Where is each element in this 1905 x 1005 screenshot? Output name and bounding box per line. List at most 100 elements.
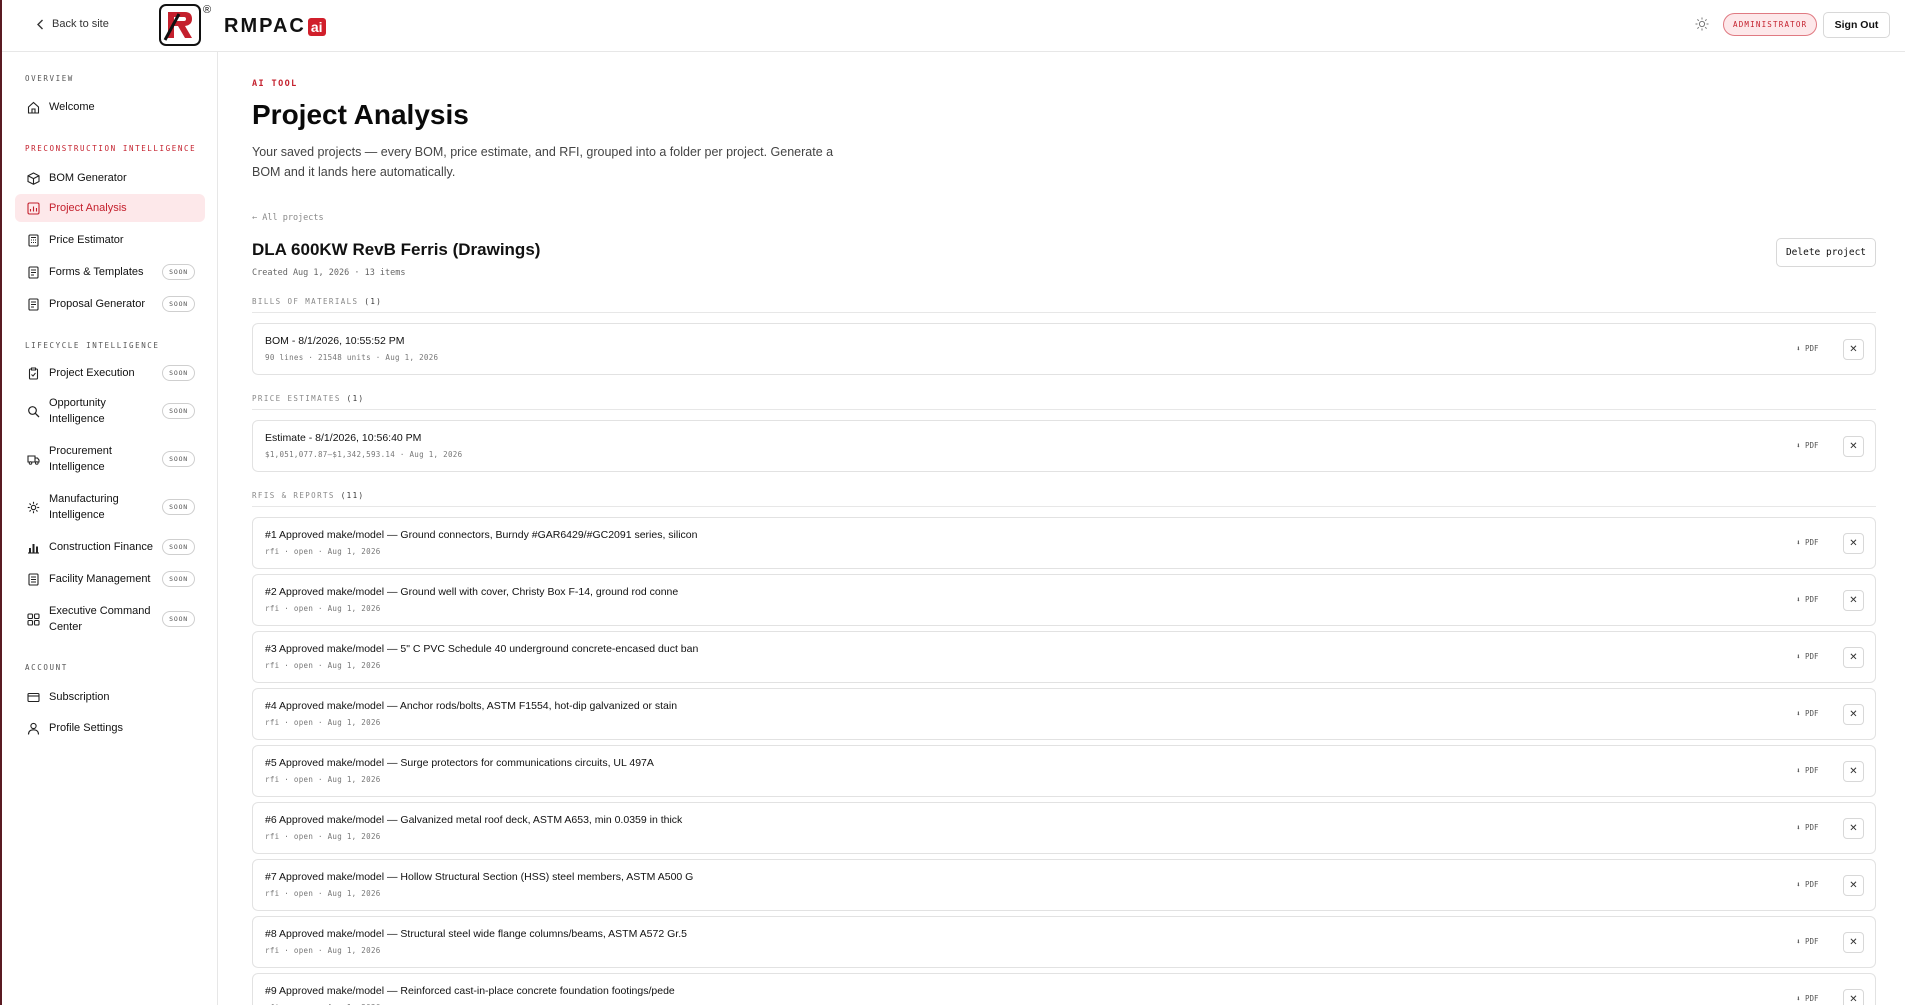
home-icon [27, 101, 40, 114]
close-icon[interactable]: ✕ [1843, 590, 1864, 611]
rfi-card[interactable]: #3 Approved make/model — 5" C PVC Schedu… [252, 631, 1876, 683]
estimate-title: Estimate - 8/1/2026, 10:56:40 PM [265, 432, 422, 444]
registered-mark: ® [203, 4, 212, 16]
rfis-group-label: RFIS & REPORTS (11) [252, 491, 1876, 507]
close-icon[interactable]: ✕ [1843, 339, 1864, 360]
sidebar-item-project-analysis[interactable]: Project Analysis [15, 194, 205, 222]
soon-badge: SOON [162, 451, 195, 467]
soon-badge: SOON [162, 499, 195, 515]
rfi-meta: rfi · open · Aug 1, 2026 [265, 889, 381, 898]
close-icon[interactable]: ✕ [1843, 761, 1864, 782]
sign-out-button[interactable]: Sign Out [1823, 12, 1890, 38]
rfi-card[interactable]: #9 Approved make/model — Reinforced cast… [252, 973, 1876, 1005]
rfi-title: #8 Approved make/model — Structural stee… [265, 928, 687, 940]
sidebar-item-proposal-generator[interactable]: Proposal Generator SOON [15, 291, 205, 317]
soon-badge: SOON [162, 403, 195, 419]
sidebar-item-label: Construction Finance [49, 541, 153, 553]
sidebar-item-subscription[interactable]: Subscription [15, 684, 205, 710]
sidebar-item-price-estimator[interactable]: Price Estimator [15, 227, 205, 253]
delete-project-button[interactable]: Delete project [1776, 238, 1876, 267]
sidebar-item-bom-generator[interactable]: BOM Generator [15, 165, 205, 191]
sidebar-item-profile-settings[interactable]: Profile Settings [15, 715, 205, 741]
bom-card[interactable]: BOM - 8/1/2026, 10:55:52 PM 90 lines · 2… [252, 323, 1876, 375]
rfi-card[interactable]: #7 Approved make/model — Hollow Structur… [252, 859, 1876, 911]
sidebar-item-facility-management[interactable]: Facility Management SOON [15, 566, 205, 592]
pdf-download-button[interactable]: ⬇ PDF [1796, 709, 1819, 718]
close-icon[interactable]: ✕ [1843, 704, 1864, 725]
sidebar-item-label: Profile Settings [49, 722, 123, 734]
soon-badge: SOON [162, 365, 195, 381]
pdf-download-button[interactable]: ⬇ PDF [1796, 344, 1819, 353]
close-icon[interactable]: ✕ [1843, 989, 1864, 1005]
page-eyebrow: AI TOOL [252, 79, 298, 89]
rfi-title: #6 Approved make/model — Galvanized meta… [265, 814, 683, 826]
pdf-download-button[interactable]: ⬇ PDF [1796, 937, 1819, 946]
rfi-title: #1 Approved make/model — Ground connecto… [265, 529, 698, 541]
pdf-download-button[interactable]: ⬇ PDF [1796, 766, 1819, 775]
sidebar-item-welcome[interactable]: Welcome [15, 95, 205, 119]
overview-section-label: OVERVIEW [25, 74, 74, 83]
rfi-card[interactable]: #8 Approved make/model — Structural stee… [252, 916, 1876, 968]
pdf-download-button[interactable]: ⬇ PDF [1796, 538, 1819, 547]
sidebar-item-procurement-intelligence[interactable]: Procurement Intelligence SOON [15, 441, 205, 477]
sidebar-item-label: Manufacturing Intelligence [49, 493, 119, 521]
sidebar-item-label: Proposal Generator [49, 298, 145, 310]
rfi-card[interactable]: #5 Approved make/model — Surge protector… [252, 745, 1876, 797]
project-title: DLA 600KW RevB Ferris (Drawings) [252, 240, 541, 259]
rfi-meta: rfi · open · Aug 1, 2026 [265, 604, 381, 613]
rfi-card[interactable]: #1 Approved make/model — Ground connecto… [252, 517, 1876, 569]
cube-icon [27, 171, 40, 185]
sidebar-item-label: Price Estimator [49, 234, 124, 246]
bar-chart-icon [28, 543, 39, 554]
logo-r-icon[interactable] [159, 4, 201, 46]
close-icon[interactable]: ✕ [1843, 875, 1864, 896]
top-header: Back to site ® RMPAC ai ADMINISTRATOR Si… [2, 0, 1905, 52]
pdf-download-button[interactable]: ⬇ PDF [1796, 994, 1819, 1003]
soon-badge: SOON [162, 539, 195, 555]
rfi-card[interactable]: #6 Approved make/model — Galvanized meta… [252, 802, 1876, 854]
back-to-site-link[interactable]: Back to site [36, 18, 109, 30]
close-icon[interactable]: ✕ [1843, 818, 1864, 839]
rfi-card[interactable]: #2 Approved make/model — Ground well wit… [252, 574, 1876, 626]
sidebar-item-label: Executive Command Center [49, 605, 151, 633]
sidebar-item-manufacturing-intelligence[interactable]: Manufacturing Intelligence SOON [15, 489, 205, 525]
sidebar-item-construction-finance[interactable]: Construction Finance SOON [15, 534, 205, 560]
soon-badge: SOON [162, 611, 195, 627]
sidebar-item-opportunity-intelligence[interactable]: Opportunity Intelligence SOON [15, 393, 205, 429]
pdf-download-button[interactable]: ⬇ PDF [1796, 595, 1819, 604]
grid-icon [27, 612, 40, 626]
doc-icon [28, 265, 39, 279]
calculator-icon [28, 233, 39, 247]
close-icon[interactable]: ✕ [1843, 647, 1864, 668]
lifecycle-section-label: LIFECYCLE INTELLIGENCE [25, 341, 160, 350]
sidebar-item-label: Opportunity Intelligence [49, 397, 106, 425]
card-icon [27, 692, 40, 702]
rfi-card[interactable]: #4 Approved make/model — Anchor rods/bol… [252, 688, 1876, 740]
pdf-download-button[interactable]: ⬇ PDF [1796, 441, 1819, 450]
estimates-group-label: PRICE ESTIMATES (1) [252, 394, 1876, 410]
doc-icon [28, 297, 39, 311]
sidebar-item-project-execution[interactable]: Project Execution SOON [15, 360, 205, 386]
boms-group-label: BILLS OF MATERIALS (1) [252, 297, 1876, 313]
rfi-meta: rfi · open · Aug 1, 2026 [265, 718, 381, 727]
page-description: Your saved projects — every BOM, price e… [252, 145, 834, 179]
sidebar-item-executive-command-center[interactable]: Executive Command Center SOON [15, 601, 205, 637]
pdf-download-button[interactable]: ⬇ PDF [1796, 880, 1819, 889]
rfi-title: #4 Approved make/model — Anchor rods/bol… [265, 700, 678, 712]
all-projects-link[interactable]: ← All projects [252, 213, 324, 223]
close-icon[interactable]: ✕ [1843, 533, 1864, 554]
estimate-card[interactable]: Estimate - 8/1/2026, 10:56:40 PM $1,051,… [252, 420, 1876, 472]
rfis-label: RFIS & REPORTS [252, 491, 335, 500]
sidebar: OVERVIEW Welcome PRECONSTRUCTION INTELLI… [2, 52, 218, 1005]
close-icon[interactable]: ✕ [1843, 436, 1864, 457]
pdf-download-button[interactable]: ⬇ PDF [1796, 652, 1819, 661]
project-meta: Created Aug 1, 2026 · 13 items [252, 268, 406, 278]
rfi-meta: rfi · open · Aug 1, 2026 [265, 547, 381, 556]
sidebar-item-forms-templates[interactable]: Forms & Templates SOON [15, 259, 205, 285]
brand-logo[interactable]: RMPAC ai [224, 15, 326, 38]
sun-icon[interactable] [1695, 17, 1709, 31]
close-icon[interactable]: ✕ [1843, 932, 1864, 953]
truck-icon [27, 454, 40, 465]
role-badge: ADMINISTRATOR [1723, 13, 1818, 36]
pdf-download-button[interactable]: ⬇ PDF [1796, 823, 1819, 832]
